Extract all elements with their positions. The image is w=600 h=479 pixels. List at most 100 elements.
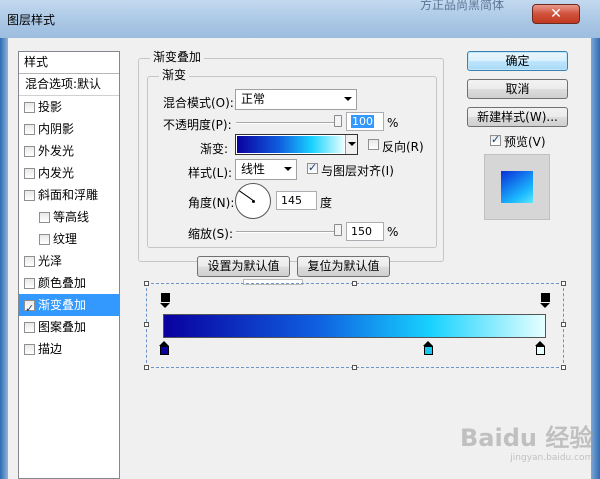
style-preview-swatch xyxy=(501,171,533,203)
selection-handle-bl[interactable] xyxy=(144,365,149,370)
styles-list-item-label: 内阴影 xyxy=(38,121,75,136)
gradient-picker[interactable] xyxy=(235,134,358,155)
styles-list-item-checkbox[interactable] xyxy=(24,101,35,113)
background-window-title: 方正品尚黑简体 xyxy=(420,0,505,12)
opacity-label: 不透明度(P): xyxy=(163,118,232,132)
color-stop-swatch xyxy=(536,346,545,355)
angle-label: 角度(N): xyxy=(188,196,235,210)
selection-handle-mr[interactable] xyxy=(561,322,566,327)
blend-mode-select[interactable]: 正常 xyxy=(235,89,357,110)
opacity-stop-left[interactable] xyxy=(160,293,171,308)
styles-list-item[interactable]: 光泽 xyxy=(19,250,119,272)
styles-list-item-label: 纹理 xyxy=(53,231,78,246)
color-stop-start[interactable] xyxy=(159,341,170,356)
styles-list-item-checkbox[interactable] xyxy=(24,343,35,355)
preview-label[interactable]: 预览(V) xyxy=(504,133,546,150)
style-value: 线性 xyxy=(241,162,266,176)
scale-input[interactable]: 150 xyxy=(346,222,384,241)
window-title: 图层样式 xyxy=(7,13,56,27)
gradient-picker-swatch xyxy=(237,136,344,153)
opacity-stop-pointer xyxy=(540,303,550,308)
styles-list-item[interactable]: 描边 xyxy=(19,338,119,360)
selection-handle-ml[interactable] xyxy=(144,322,149,327)
styles-list-item-checkbox[interactable] xyxy=(39,233,50,245)
selection-handle-br[interactable] xyxy=(561,365,566,370)
opacity-stop-right[interactable] xyxy=(540,293,551,308)
styles-list-item[interactable]: 渐变叠加 xyxy=(19,294,119,319)
window-frame-right xyxy=(591,38,600,479)
opacity-slider-track[interactable] xyxy=(236,122,340,124)
selection-handle-bm[interactable] xyxy=(352,365,357,370)
styles-list-item-label: 光泽 xyxy=(38,253,63,268)
style-label: 样式(L): xyxy=(188,166,233,180)
ok-button[interactable]: 确定 xyxy=(467,51,568,71)
title-bar[interactable]: 图层样式 方正品尚黑简体 ✕ xyxy=(0,0,600,38)
style-select[interactable]: 线性 xyxy=(235,159,297,180)
color-stop-swatch xyxy=(424,346,433,355)
blend-mode-value: 正常 xyxy=(241,92,266,106)
scale-slider-thumb[interactable] xyxy=(334,224,342,236)
preview-checkbox[interactable] xyxy=(490,133,501,146)
styles-list-item-checkbox[interactable] xyxy=(24,277,35,289)
styles-list-item-checkbox[interactable] xyxy=(24,298,35,319)
selection-handle-tm[interactable] xyxy=(352,281,357,286)
styles-list-item[interactable]: 外发光 xyxy=(19,140,119,162)
color-stop-swatch xyxy=(160,346,169,355)
new-style-button[interactable]: 新建样式(W)... xyxy=(467,107,568,127)
styles-list-item-label: 斜面和浮雕 xyxy=(38,187,99,202)
styles-list-item-checkbox[interactable] xyxy=(24,123,35,135)
selection-handle-tl[interactable] xyxy=(144,281,149,286)
chevron-down-icon xyxy=(344,97,352,101)
styles-list-item[interactable]: 等高线 xyxy=(19,206,119,228)
styles-list-item-checkbox[interactable] xyxy=(24,321,35,333)
scale-input-value: 150 xyxy=(351,225,372,238)
opacity-slider-thumb[interactable] xyxy=(334,115,342,127)
styles-list-item[interactable]: 图案叠加 xyxy=(19,316,119,338)
styles-list-item[interactable]: 混合选项:默认 xyxy=(19,74,119,96)
cancel-button[interactable]: 取消 xyxy=(467,79,568,99)
opacity-stop-swatch xyxy=(541,293,550,302)
style-preview xyxy=(484,154,550,220)
styles-list-item-label: 内发光 xyxy=(38,165,75,180)
styles-list-item-label: 等高线 xyxy=(53,209,90,224)
styles-list-item-checkbox[interactable] xyxy=(24,189,35,201)
styles-list-item-label: 外发光 xyxy=(38,143,75,158)
chevron-down-icon xyxy=(284,167,292,171)
gradient-bar[interactable] xyxy=(163,314,546,338)
watermark-url: jingyan.baidu.com xyxy=(510,453,594,463)
styles-list-item-checkbox[interactable] xyxy=(24,255,35,267)
styles-list-item-checkbox[interactable] xyxy=(39,211,50,223)
reset-default-button[interactable]: 复位为默认值 xyxy=(297,256,390,277)
styles-list-item[interactable]: 内阴影 xyxy=(19,118,119,140)
styles-list-item[interactable]: 斜面和浮雕 xyxy=(19,184,119,206)
styles-list-item-checkbox[interactable] xyxy=(24,167,35,179)
scale-slider-track[interactable] xyxy=(236,231,340,233)
opacity-unit: % xyxy=(387,116,399,130)
angle-input[interactable]: 145 xyxy=(276,191,317,210)
angle-dial[interactable] xyxy=(235,183,271,219)
color-stop-end[interactable] xyxy=(535,341,546,356)
opacity-input[interactable]: 100 xyxy=(346,112,384,131)
close-button[interactable]: ✕ xyxy=(532,4,580,24)
angle-unit: 度 xyxy=(320,196,333,210)
styles-list-item-label: 混合选项:默认 xyxy=(25,77,102,91)
styles-list-item-label: 投影 xyxy=(38,99,63,114)
reverse-label[interactable]: 反向(R) xyxy=(382,138,424,155)
styles-list-item[interactable]: 颜色叠加 xyxy=(19,272,119,294)
close-icon: ✕ xyxy=(550,6,562,22)
reverse-checkbox[interactable] xyxy=(368,139,379,150)
styles-list-header: 样式 xyxy=(19,52,119,74)
styles-list-item[interactable]: 内发光 xyxy=(19,162,119,184)
opacity-stop-pointer xyxy=(160,303,170,308)
color-stop-middle[interactable] xyxy=(423,341,434,356)
selection-handle-tr[interactable] xyxy=(561,281,566,286)
align-with-layer-checkbox[interactable] xyxy=(307,161,318,174)
align-with-layer-label[interactable]: 与图层对齐(I) xyxy=(321,162,394,179)
scale-label: 缩放(S): xyxy=(188,227,234,241)
styles-list-item[interactable]: 纹理 xyxy=(19,228,119,250)
angle-input-value: 145 xyxy=(281,194,302,207)
make-default-button[interactable]: 设置为默认值 xyxy=(197,256,290,277)
styles-list-item-checkbox[interactable] xyxy=(24,145,35,157)
gradient-picker-dropdown[interactable] xyxy=(345,135,357,154)
styles-list-item[interactable]: 投影 xyxy=(19,96,119,118)
